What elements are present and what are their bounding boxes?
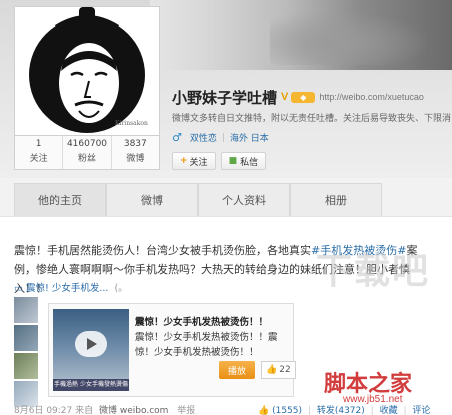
plus-icon: + <box>180 156 188 166</box>
report-link[interactable]: 举报 <box>177 406 195 415</box>
repost-note: (。 <box>114 283 128 294</box>
banner-photo <box>150 0 452 70</box>
profile-url[interactable]: http://weibo.com/xuetucao <box>319 92 424 102</box>
watermark-xiazaiba: 下载吧 <box>316 251 431 292</box>
post-meta: 8月6日 09:27 来自 微博 weibo.com 举报 <box>14 403 195 415</box>
envelope-icon: ■ <box>228 156 238 166</box>
video-thumbnail[interactable]: 手機過熱 少女手機發熱燙傷 <box>53 309 129 391</box>
image-thumbnails <box>14 297 38 407</box>
tab-home[interactable]: 他的主页 <box>14 183 106 216</box>
play-icon[interactable] <box>75 331 107 357</box>
video-description: 震惊！少女手机发热被烫伤！！震惊！少女手机发热被烫伤！！ <box>135 332 278 358</box>
tab-album[interactable]: 相册 <box>290 183 382 216</box>
like-icon[interactable]: 👍 <box>258 406 269 415</box>
action-divider: | <box>403 406 407 415</box>
thumbnail-image[interactable] <box>14 353 38 379</box>
stat-value: 4160700 <box>66 139 108 149</box>
stat-posts[interactable]: 3837 微博 <box>112 136 159 169</box>
profile-nav: 他的主页 微博 个人资料 相册 <box>14 183 452 216</box>
profile-bio: 微博文多转自日文推特，附以无责任吐槽。关注后易导致丧失、下限消 <box>172 114 452 124</box>
thumbnail-image[interactable] <box>14 325 38 351</box>
tab-profile-info[interactable]: 个人资料 <box>198 183 290 216</box>
tag-location[interactable]: 海外 日本 <box>230 131 269 144</box>
stat-label: 微博 <box>126 154 145 164</box>
post-source[interactable]: 微博 weibo.com <box>99 406 168 415</box>
avatar-signature: Kirinsakon <box>115 120 148 127</box>
action-divider: | <box>370 406 374 415</box>
video-title[interactable]: 震惊！少女手机发热被烫伤！！ <box>135 314 268 328</box>
stat-label: 粉丝 <box>77 154 96 164</box>
profile-actions: + 关注 ■ 私信 <box>172 152 271 170</box>
stat-followers[interactable]: 4160700 粉丝 <box>63 136 112 169</box>
video-like-button[interactable]: 👍 22 <box>261 361 296 379</box>
post-text-prefix: 震惊！手机居然能烫伤人！台湾少女被手机烫伤脸，各地真实 <box>14 244 311 257</box>
watermark-url: www.jb51.net <box>343 394 403 405</box>
profile-name: 小野妹子学吐槽 <box>172 88 278 107</box>
avatar-illustration: Kirinsakon <box>29 7 148 133</box>
verified-v-icon[interactable]: V <box>281 91 288 103</box>
repost-link[interactable]: 转发(4372) <box>317 406 365 415</box>
stat-value: 3837 <box>123 139 147 149</box>
follow-button[interactable]: + 关注 <box>172 152 216 170</box>
video-like-count: 22 <box>279 365 291 375</box>
tag-divider: | <box>221 132 225 143</box>
play-button[interactable]: 播放 <box>219 361 255 379</box>
post-time[interactable]: 8月6日 09:27 <box>14 406 72 415</box>
avatar[interactable]: Kirinsakon <box>14 6 160 136</box>
stat-following[interactable]: 1 关注 <box>15 136 64 169</box>
follow-label: 关注 <box>189 157 208 168</box>
video-caption: 手機過熱 少女手機發熱燙傷 <box>53 379 129 391</box>
thumbs-up-icon: 👍 <box>266 365 278 375</box>
repost-topic-line: ▭ 震惊! 少女手机发... (。 <box>14 280 128 294</box>
message-button[interactable]: ■ 私信 <box>220 152 267 170</box>
like-count[interactable]: (1555) <box>272 406 302 415</box>
tv-icon: ▭ <box>14 283 23 294</box>
profile-tags: ♂ 双性恋 | 海外 日本 <box>172 131 274 144</box>
profile-name-row: 小野妹子学吐槽 V ◆ http://weibo.com/xuetucao <box>172 86 424 108</box>
stat-label: 关注 <box>29 154 48 164</box>
profile-stats: 1 关注 4160700 粉丝 3837 微博 <box>14 136 160 170</box>
tag-orientation[interactable]: 双性恋 <box>190 131 217 144</box>
thumbnail-image[interactable] <box>14 297 38 323</box>
message-label: 私信 <box>240 157 259 168</box>
male-icon: ♂ <box>172 131 182 144</box>
tab-weibo[interactable]: 微博 <box>106 183 198 216</box>
post-from-label: 来自 <box>75 406 94 415</box>
comment-link[interactable]: 评论 <box>412 406 430 415</box>
favorite-link[interactable]: 收藏 <box>380 406 398 415</box>
action-divider: | <box>307 406 311 415</box>
stat-value: 1 <box>35 139 42 149</box>
repost-topic[interactable]: 震惊! 少女手机发... <box>26 283 108 294</box>
video-card[interactable]: 手機過熱 少女手機發熱燙傷 震惊！少女手机发热被烫伤！！ 震惊！少女手机发热被烫… <box>48 303 296 397</box>
member-badge-icon[interactable]: ◆ <box>291 91 316 103</box>
